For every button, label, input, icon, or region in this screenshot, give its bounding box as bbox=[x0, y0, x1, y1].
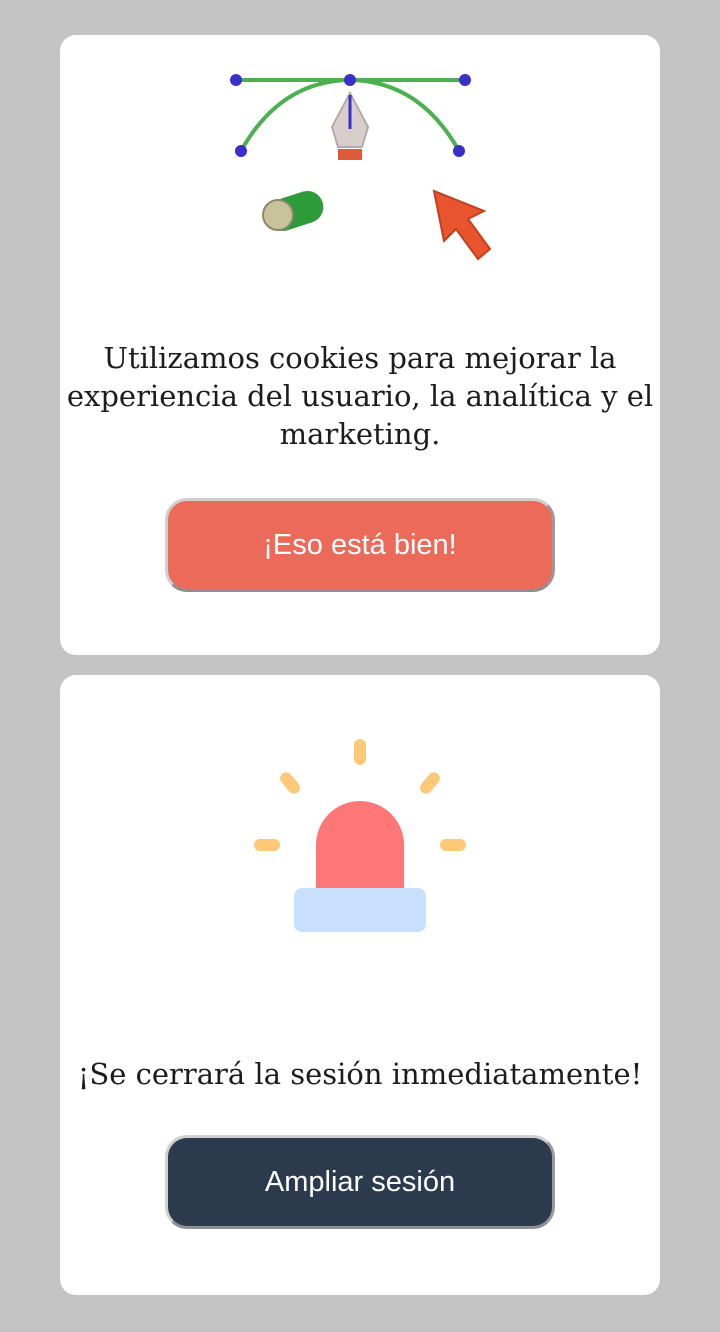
cookie-consent-card: Utilizamos cookies para mejorar la exper… bbox=[60, 35, 660, 655]
accept-cookies-button[interactable]: ¡Eso está bien! bbox=[165, 498, 555, 592]
cursor-arrow-icon bbox=[432, 189, 492, 261]
toggle-icon bbox=[262, 190, 324, 232]
extend-session-button[interactable]: Ampliar sesión bbox=[165, 1135, 555, 1229]
cookie-message: Utilizamos cookies para mejorar la exper… bbox=[66, 341, 654, 451]
design-tools-illustration bbox=[230, 74, 492, 261]
alarm-light-icon bbox=[254, 739, 466, 932]
session-timeout-card: ¡Se cerrará la sesión inmediatamente! Am… bbox=[60, 675, 660, 1295]
alarm-light-illustration bbox=[254, 739, 466, 932]
pen-tool-icon bbox=[330, 90, 370, 160]
session-warning-message: ¡Se cerrará la sesión inmediatamente! bbox=[77, 1057, 643, 1091]
